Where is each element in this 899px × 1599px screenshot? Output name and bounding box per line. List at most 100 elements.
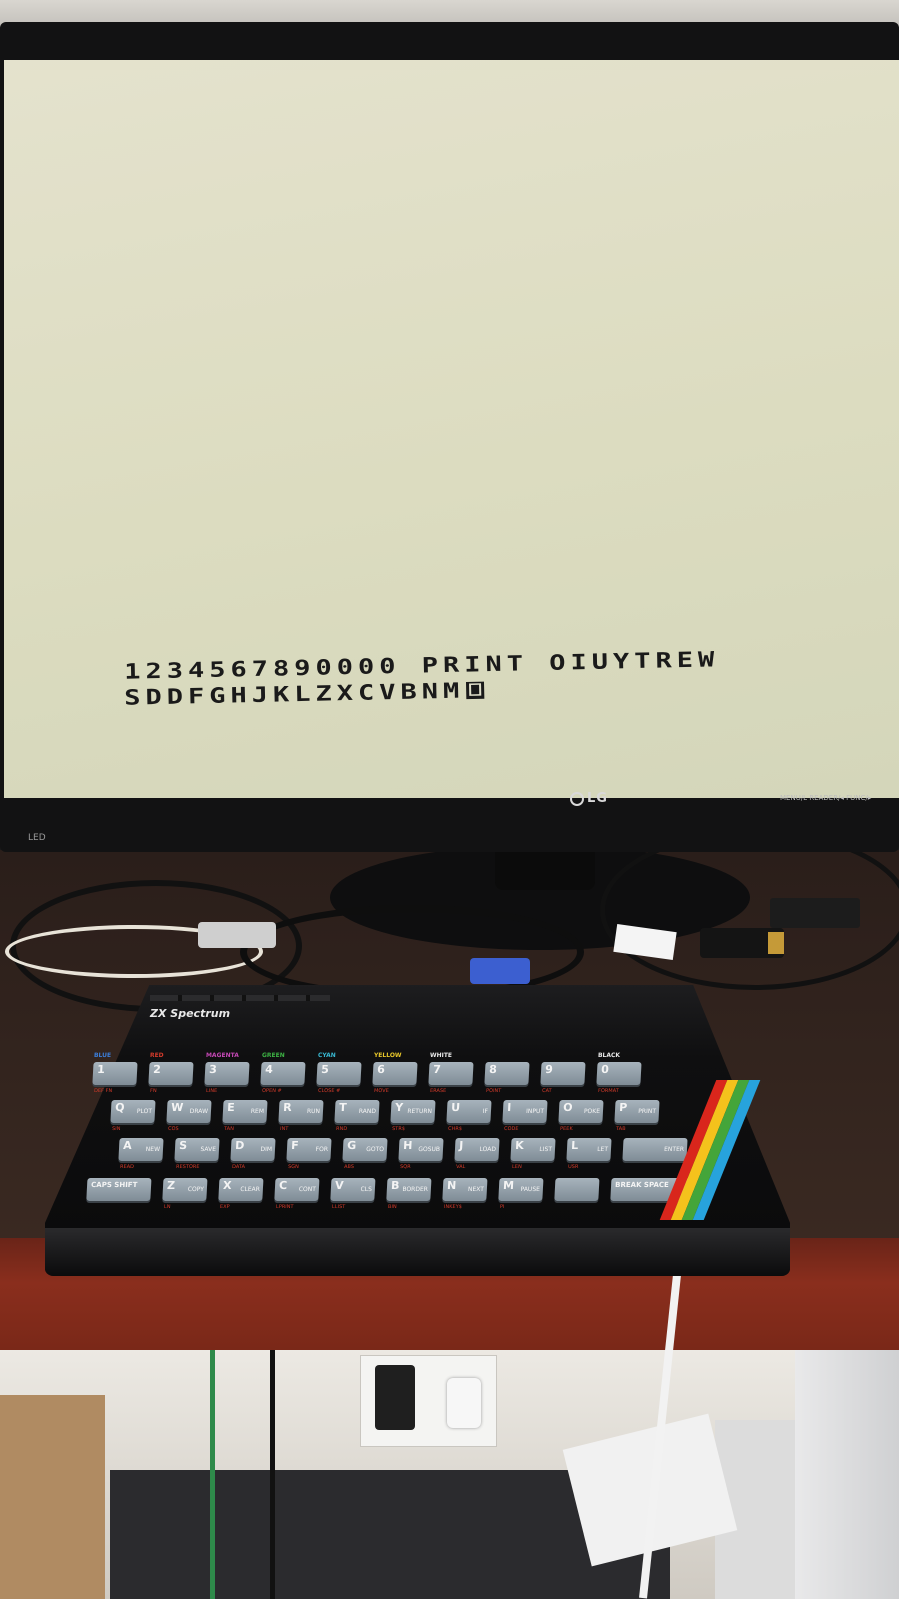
key-8[interactable]: 8 POINT (484, 1062, 530, 1094)
key-color-label: MAGENTA (205, 1052, 240, 1059)
key-extended-label: MOVE (373, 1088, 389, 1094)
key-extended-label: FN (149, 1088, 157, 1094)
key-main-label: C (278, 1179, 288, 1192)
key-e[interactable]: E REM TAN (222, 1100, 268, 1132)
key-extended-label: OPEN # (261, 1088, 282, 1094)
key-extended-label: PI (499, 1204, 505, 1210)
key-9[interactable]: 9 CAT (540, 1062, 586, 1094)
key-extended-label: LINE (205, 1088, 218, 1094)
key-row: Q PLOT SIN W DRAW COS E REM TAN R RUN INT T RAND RND Y R… (110, 1100, 671, 1132)
key-d[interactable]: D DIM DATA (230, 1138, 276, 1170)
key-extended-label: RESTORE (175, 1164, 200, 1170)
key-extended-label: DEF FN (93, 1088, 113, 1094)
key-main-label: O (562, 1101, 573, 1114)
key-f[interactable]: F FOR SGN (286, 1138, 332, 1170)
key-main-label: K (514, 1139, 525, 1152)
key-i[interactable]: I INPUT CODE (502, 1100, 548, 1132)
key-main-label: J (458, 1139, 464, 1152)
key-extended-label: CAT (541, 1088, 552, 1094)
key-keyword-label: NEW (145, 1146, 161, 1153)
key-keyword-label: POKE (583, 1108, 601, 1115)
key-l[interactable]: L LET USR (566, 1138, 612, 1170)
key-main-label: 2 (152, 1063, 162, 1076)
key-j[interactable]: J LOAD VAL (454, 1138, 500, 1170)
led-label: LED (28, 833, 46, 843)
key-y[interactable]: Y RETURN STR$ (390, 1100, 436, 1132)
key-keyword-label: COPY (187, 1186, 205, 1193)
key-2[interactable]: 2 RED FN (148, 1052, 194, 1094)
key-main-label: 7 (432, 1063, 442, 1076)
key-main-label: R (282, 1101, 293, 1114)
key-q[interactable]: Q PLOT SIN (110, 1100, 156, 1132)
key-n[interactable]: N NEXT INKEY$ (442, 1178, 488, 1210)
key-extended-label: COS (167, 1126, 179, 1132)
key-o[interactable]: O POKE PEEK (558, 1100, 604, 1132)
lg-logo: LG (570, 791, 608, 806)
key-keyword-label: RETURN (407, 1108, 433, 1115)
screen-cursor (466, 681, 485, 700)
key-extended-label: USR (567, 1164, 579, 1170)
key-keyword-label: DRAW (189, 1108, 209, 1115)
key-u[interactable]: U IF CHR$ (446, 1100, 492, 1132)
key-keyword-label: GOSUB (418, 1146, 441, 1153)
key-extended-label: BIN (387, 1204, 397, 1210)
key-extended-label: CODE (503, 1126, 519, 1132)
key-z[interactable]: Z COPY LN (162, 1178, 208, 1210)
key-keyword-label: IF (482, 1108, 489, 1115)
white-plug (447, 1378, 481, 1428)
key-g[interactable]: G GOTO ABS (342, 1138, 388, 1170)
key-4[interactable]: 4 GREEN OPEN # (260, 1052, 306, 1094)
key-b[interactable]: B BORDER BIN (386, 1178, 432, 1210)
key-main-label: 0 (600, 1063, 610, 1076)
key-v[interactable]: V CLS LLIST (330, 1178, 376, 1210)
key-caps-shift[interactable]: CAPS SHIFT (86, 1178, 152, 1201)
key-0[interactable]: 0 BLACK FORMAT (596, 1052, 642, 1094)
key-w[interactable]: W DRAW COS (166, 1100, 212, 1132)
key-extended-label: SIN (111, 1126, 121, 1132)
key-x[interactable]: X CLEAR EXP (218, 1178, 264, 1210)
key-main-label: L (570, 1139, 579, 1152)
zx-spectrum-front-edge (45, 1228, 790, 1276)
key-main-label: 6 (376, 1063, 386, 1076)
key-extended-label: STR$ (391, 1126, 406, 1132)
key-extended-label: LN (163, 1204, 171, 1210)
key-main-label: S (178, 1139, 188, 1152)
key-3[interactable]: 3 MAGENTA LINE (204, 1052, 250, 1094)
key-h[interactable]: H GOSUB SQR (398, 1138, 444, 1170)
key-keyword-label: CLEAR (240, 1186, 261, 1193)
key-t[interactable]: T RAND RND (334, 1100, 380, 1132)
key-7[interactable]: 7 WHITE ERASE (428, 1052, 474, 1094)
key-c[interactable]: C CONT LPRINT (274, 1178, 320, 1210)
key-a[interactable]: A NEW READ (118, 1138, 164, 1170)
key-main-label: M (502, 1179, 515, 1192)
key-extended-label: DATA (231, 1164, 246, 1170)
key-m[interactable]: M PAUSE PI (498, 1178, 544, 1210)
key-extended-label: VAL (455, 1164, 466, 1170)
key-keyword-label: LET (596, 1146, 609, 1153)
key-1[interactable]: 1 BLUE DEF FN (92, 1052, 138, 1094)
key-extended-label: ERASE (429, 1088, 447, 1094)
key-5[interactable]: 5 CYAN CLOSE # (316, 1052, 362, 1094)
key-extended-label: INKEY$ (443, 1204, 463, 1210)
key-row: 1 BLUE DEF FN 2 RED FN 3 MAGENTA LINE 4 GREEN OPEN … (92, 1052, 653, 1094)
key-extended-label: SGN (287, 1164, 300, 1170)
key-keyword-label: LOAD (479, 1146, 497, 1153)
key-color-label: RED (149, 1052, 164, 1059)
key-p[interactable]: P PRINT TAB (614, 1100, 660, 1132)
key-r[interactable]: R RUN INT (278, 1100, 324, 1132)
key-main-label: Q (114, 1101, 125, 1114)
key-color-label: WHITE (429, 1052, 453, 1059)
key-blank[interactable] (554, 1178, 600, 1201)
key-keyword-label: LIST (539, 1146, 553, 1153)
key-k[interactable]: K LIST LEN (510, 1138, 556, 1170)
hdmi-connector-tip (768, 932, 784, 954)
key-keyword-label: REM (250, 1108, 265, 1115)
key-keyword-label: GOTO (366, 1146, 385, 1153)
key-s[interactable]: S SAVE RESTORE (174, 1138, 220, 1170)
key-extended-label: LPRINT (275, 1204, 294, 1210)
key-6[interactable]: 6 YELLOW MOVE (372, 1052, 418, 1094)
cable (240, 905, 584, 999)
key-main-label: Z (166, 1179, 176, 1192)
black-plug (375, 1365, 415, 1430)
key-row: CAPS SHIFT Z COPY LN X CLEAR EXP C CONT LPRINT V CL… (86, 1178, 701, 1210)
